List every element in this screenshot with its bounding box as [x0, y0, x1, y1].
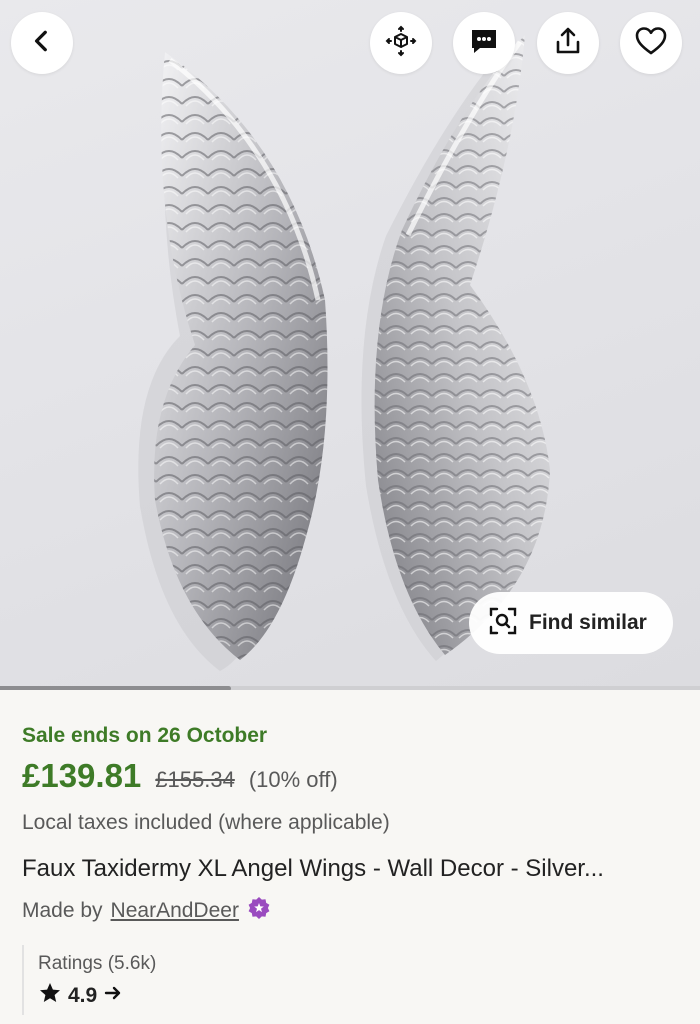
ratings-label: Ratings (5.6k) [38, 953, 157, 974]
sale-ends-text: Sale ends on 26 October [22, 724, 268, 747]
discount-label: (10% off) [248, 767, 338, 792]
original-price: £155.34 [155, 767, 235, 792]
share-button[interactable] [537, 12, 599, 74]
angel-wings-photo [138, 35, 550, 671]
current-price: £139.81 [22, 757, 142, 794]
price-row: £139.81 £155.34 (10% off) [22, 757, 338, 795]
visual-search-icon [489, 607, 517, 640]
made-by-row: Made by NearAndDeer [22, 896, 271, 926]
favorite-button[interactable] [620, 12, 682, 74]
star-icon [38, 981, 62, 1011]
find-similar-label: Find similar [529, 611, 647, 634]
back-button[interactable] [11, 12, 73, 74]
share-icon [553, 26, 583, 61]
find-similar-button[interactable]: Find similar [469, 592, 673, 654]
gallery-progress-bar [0, 686, 700, 690]
heart-icon [635, 26, 667, 61]
view-in-room-button[interactable] [370, 12, 432, 74]
message-icon [468, 25, 500, 62]
star-seller-badge-icon [247, 896, 271, 926]
rating-value: 4.9 [68, 984, 98, 1007]
message-seller-button[interactable] [453, 12, 515, 74]
rating-value-link[interactable]: 4.9 [38, 981, 156, 1011]
taxes-note: Local taxes included (where applicable) [22, 811, 390, 834]
view-in-room-icon [385, 25, 417, 62]
chevron-left-icon [29, 28, 55, 59]
made-by-prefix: Made by [22, 899, 103, 922]
listing-title[interactable]: Faux Taxidermy XL Angel Wings - Wall Dec… [22, 855, 682, 883]
shop-name-link[interactable]: NearAndDeer [111, 899, 239, 923]
arrow-right-icon [103, 983, 123, 1009]
ratings-section[interactable]: Ratings (5.6k) 4.9 [22, 945, 156, 1015]
gallery-progress-fill [0, 686, 231, 690]
product-image[interactable]: Find similar [0, 0, 700, 690]
